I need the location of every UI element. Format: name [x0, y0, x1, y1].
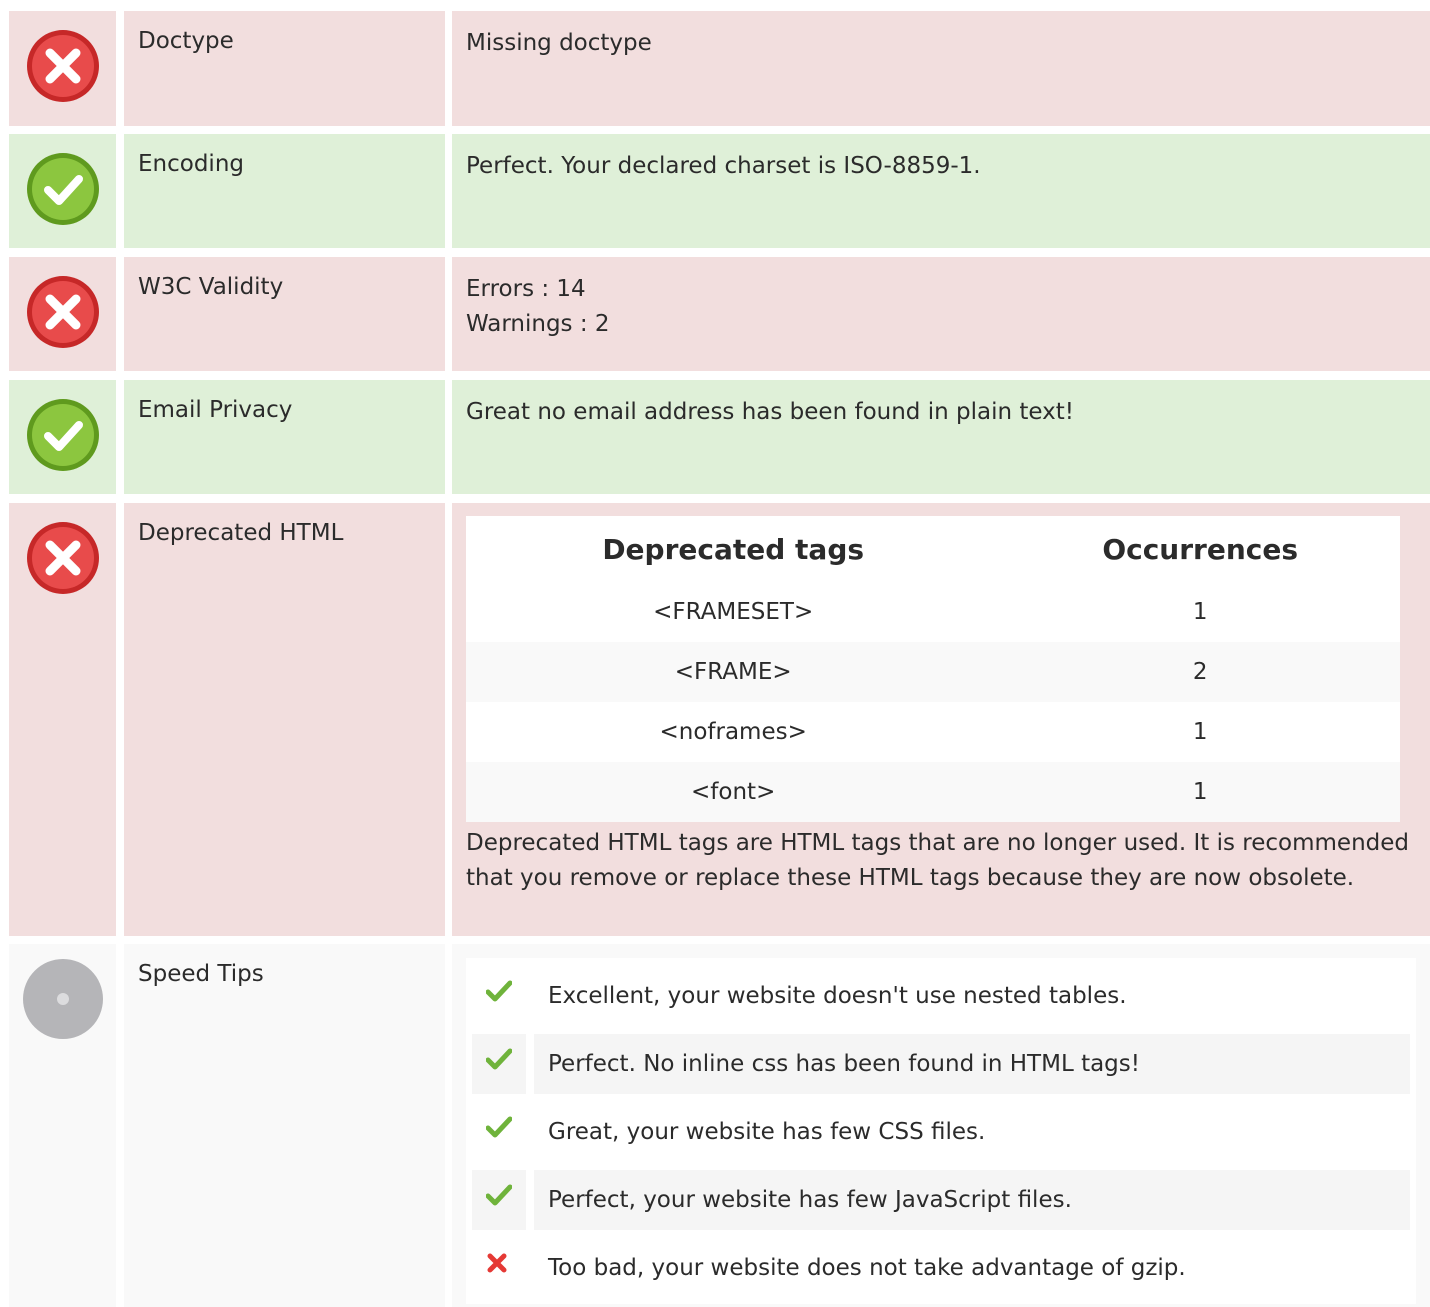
tip-mark-cell [472, 966, 526, 1026]
list-item: Perfect, your website has few JavaScript… [472, 1168, 1410, 1236]
table-header-row: Deprecated tags Occurrences [466, 516, 1400, 582]
status-cell [9, 257, 116, 371]
warnings-count: Warnings : 2 [466, 311, 610, 337]
count-cell: 2 [1000, 642, 1400, 702]
error-icon [27, 522, 99, 594]
row-value: Missing doctype [452, 11, 1430, 126]
tip-text: Perfect. No inline css has been found in… [534, 1034, 1410, 1094]
cross-icon [487, 1253, 507, 1273]
check-icon [486, 980, 512, 1002]
deprecated-note: Deprecated HTML tags are HTML tags that … [466, 830, 1409, 891]
table-row: <FRAMESET> 1 [466, 582, 1400, 642]
check-icon [486, 1116, 512, 1138]
row-value: Excellent, your website doesn't use nest… [452, 944, 1430, 1307]
tag-cell: <font> [466, 762, 1001, 822]
row-value: Great no email address has been found in… [452, 380, 1430, 494]
tip-mark-cell [472, 1170, 526, 1230]
row-label: Speed Tips [124, 944, 445, 1307]
tag-cell: <FRAME> [466, 642, 1001, 702]
row-encoding: Encoding Perfect. Your declared charset … [0, 134, 1430, 248]
tip-mark-cell [472, 1102, 526, 1162]
row-label: Encoding [124, 134, 445, 248]
error-icon [27, 276, 99, 348]
row-w3c-validity: W3C Validity Errors : 14 Warnings : 2 [0, 257, 1430, 371]
list-item: Excellent, your website doesn't use nest… [472, 964, 1410, 1032]
status-cell [9, 944, 116, 1307]
tag-cell: <FRAMESET> [466, 582, 1001, 642]
column-header-occurrences: Occurrences [1102, 532, 1299, 566]
list-item: Perfect. No inline css has been found in… [472, 1032, 1410, 1100]
ok-check-icon [27, 399, 99, 471]
errors-count: Errors : 14 [466, 276, 586, 302]
count-cell: 1 [1000, 702, 1400, 762]
error-icon [27, 30, 99, 102]
ok-check-icon [27, 153, 99, 225]
status-cell [9, 380, 116, 494]
speed-tips-list: Excellent, your website doesn't use nest… [466, 958, 1416, 1304]
tip-text: Great, your website has few CSS files. [548, 1119, 986, 1145]
row-speed-tips: Speed Tips Excellent, your website doesn… [0, 944, 1430, 1307]
table-row: <FRAME> 2 [466, 642, 1400, 702]
row-value: Perfect. Your declared charset is ISO-88… [452, 134, 1430, 248]
row-deprecated-html: Deprecated HTML Deprecated tags Occurren… [0, 503, 1430, 936]
count-cell: 1 [1000, 582, 1400, 642]
tip-mark-cell [472, 1238, 526, 1298]
row-value: Deprecated tags Occurrences <FRAMESET> 1… [452, 503, 1430, 936]
row-doctype: Doctype Missing doctype [0, 11, 1430, 126]
row-email-privacy: Email Privacy Great no email address has… [0, 380, 1430, 494]
table-row: <noframes> 1 [466, 702, 1400, 762]
row-label: Deprecated HTML [124, 503, 445, 936]
tip-mark-cell [472, 1034, 526, 1094]
tip-text: Excellent, your website doesn't use nest… [548, 983, 1127, 1009]
tip-text: Too bad, your website does not take adva… [548, 1255, 1186, 1281]
check-icon [486, 1048, 512, 1070]
count-cell: 1 [1000, 762, 1400, 822]
list-item: Too bad, your website does not take adva… [472, 1236, 1410, 1304]
table-row: <font> 1 [466, 762, 1400, 822]
column-header-tags: Deprecated tags [602, 532, 865, 566]
status-cell [9, 134, 116, 248]
status-cell [9, 503, 116, 936]
row-label: Email Privacy [124, 380, 445, 494]
row-label: Doctype [124, 11, 445, 126]
neutral-info-icon [23, 959, 103, 1039]
row-value: Errors : 14 Warnings : 2 [452, 257, 1430, 371]
tag-cell: <noframes> [466, 702, 1001, 762]
deprecated-tags-table: Deprecated tags Occurrences <FRAMESET> 1… [466, 516, 1400, 822]
row-label: W3C Validity [124, 257, 445, 371]
tip-text: Perfect, your website has few JavaScript… [534, 1170, 1410, 1230]
status-cell [9, 11, 116, 126]
check-icon [486, 1184, 512, 1206]
list-item: Great, your website has few CSS files. [472, 1100, 1410, 1168]
